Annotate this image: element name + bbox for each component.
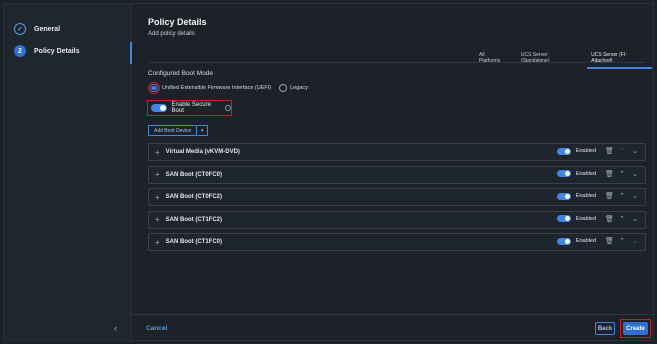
step-number-badge: 2 xyxy=(14,45,26,57)
footer-divider xyxy=(132,314,655,315)
expand-plus-icon[interactable]: + xyxy=(155,170,160,179)
boot-device-name: SAN Boot (CT0FC2) xyxy=(165,194,223,200)
legacy-radio-label[interactable]: Legacy xyxy=(290,85,308,91)
device-enabled-toggle[interactable] xyxy=(556,215,571,222)
device-enabled-toggle[interactable] xyxy=(556,147,571,155)
device-enabled-label: Enabled xyxy=(575,170,596,177)
chevron-down-icon[interactable]: ▾ xyxy=(197,125,209,136)
device-enabled-label: Enabled xyxy=(575,238,596,244)
boot-device-list: + Virtual Media (vKVM-DVD) Enabled 🗑 ⌃ ⌄… xyxy=(148,143,646,256)
add-boot-device-button[interactable]: Add Boot Device xyxy=(148,125,198,136)
move-up-icon[interactable]: ⌃ xyxy=(618,192,626,200)
tabs-divider xyxy=(148,62,645,63)
move-up-icon[interactable]: ⌃ xyxy=(618,215,626,223)
step-policy-details[interactable]: 2 Policy Details xyxy=(14,45,80,57)
main-panel: Policy Details Add policy details All Pl… xyxy=(132,4,655,342)
device-enabled-label: Enabled xyxy=(575,193,596,199)
expand-plus-icon[interactable]: + xyxy=(155,238,160,247)
chevron-left-icon[interactable]: ‹ xyxy=(114,323,117,333)
device-enabled-toggle[interactable] xyxy=(556,170,571,177)
boot-mode-label: Configured Boot Mode xyxy=(148,70,214,77)
trash-icon[interactable]: 🗑 xyxy=(605,192,614,200)
move-down-icon[interactable]: ⌄ xyxy=(631,147,639,155)
step-general[interactable]: ✓ General xyxy=(14,23,60,35)
uefi-radio-label[interactable]: Unified Extensible Firmware Interface (U… xyxy=(162,85,271,91)
page-title: Policy Details xyxy=(148,17,207,27)
uefi-radio[interactable] xyxy=(150,84,158,92)
trash-icon[interactable]: 🗑 xyxy=(605,170,614,178)
page-subtitle: Add policy details xyxy=(148,31,195,37)
secure-boot-toggle[interactable] xyxy=(151,104,167,112)
cancel-button[interactable]: Cancel xyxy=(146,325,167,332)
move-down-icon[interactable]: ⌄ xyxy=(631,215,639,223)
create-button[interactable]: Create xyxy=(623,322,648,335)
legacy-radio[interactable] xyxy=(279,84,288,92)
device-enabled-label: Enabled xyxy=(575,215,596,222)
platform-tabs: All Platforms UCS Server (Standalone) UC… xyxy=(472,49,655,69)
boot-device-name: SAN Boot (CT1FC2) xyxy=(165,216,223,223)
wizard-sidebar: ✓ General 2 Policy Details ‹ xyxy=(4,4,132,342)
move-up-icon[interactable]: ⌃ xyxy=(618,237,626,245)
boot-device-row[interactable]: + SAN Boot (CT1FC2) Enabled 🗑 ⌃ ⌄ xyxy=(148,210,646,229)
boot-device-name: SAN Boot (CT0FC0) xyxy=(165,171,223,178)
device-enabled-toggle[interactable] xyxy=(556,237,571,245)
step-general-label: General xyxy=(34,25,61,33)
boot-mode-radio-group: Unified Extensible Firmware Interface (U… xyxy=(148,82,316,94)
info-icon[interactable] xyxy=(225,105,231,111)
expand-plus-icon[interactable]: + xyxy=(155,215,160,224)
device-enabled-toggle[interactable] xyxy=(556,192,571,200)
expand-plus-icon[interactable]: + xyxy=(155,148,160,157)
trash-icon[interactable]: 🗑 xyxy=(605,215,614,223)
device-enabled-label: Enabled xyxy=(575,148,596,154)
boot-device-row[interactable]: + Virtual Media (vKVM-DVD) Enabled 🗑 ⌃ ⌄ xyxy=(148,143,646,161)
move-down-icon[interactable]: ⌄ xyxy=(631,237,639,245)
move-up-icon[interactable]: ⌃ xyxy=(618,147,626,155)
expand-plus-icon[interactable]: + xyxy=(155,193,160,202)
trash-icon[interactable]: 🗑 xyxy=(605,237,614,245)
create-highlight: Create xyxy=(620,319,651,338)
boot-device-row[interactable]: + SAN Boot (CT1FC0) Enabled 🗑 ⌃ ⌄ xyxy=(148,233,646,251)
check-icon: ✓ xyxy=(14,23,26,35)
highlight-box xyxy=(148,82,160,94)
secure-boot-highlight: Enable Secure Boot xyxy=(147,100,232,116)
move-up-icon[interactable]: ⌃ xyxy=(618,170,626,178)
add-boot-device-split-button: Add Boot Device ▾ xyxy=(148,125,209,136)
back-button[interactable]: Back xyxy=(595,322,615,335)
tab-all-platforms[interactable]: All Platforms xyxy=(472,49,514,69)
boot-device-row[interactable]: + SAN Boot (CT0FC2) Enabled 🗑 ⌃ ⌄ xyxy=(148,188,646,206)
move-down-icon[interactable]: ⌄ xyxy=(631,170,639,178)
secure-boot-label: Enable Secure Boot xyxy=(171,102,211,114)
tab-ucs-fi-attached[interactable]: UCS Server (FI-Attached) xyxy=(584,49,655,69)
step-policy-details-label: Policy Details xyxy=(34,47,80,55)
boot-device-name: Virtual Media (vKVM-DVD) xyxy=(165,149,240,155)
move-down-icon[interactable]: ⌄ xyxy=(631,192,639,200)
trash-icon[interactable]: 🗑 xyxy=(605,147,614,155)
tab-ucs-standalone[interactable]: UCS Server (Standalone) xyxy=(514,49,584,69)
app-window: ✓ General 2 Policy Details ‹ Policy Deta… xyxy=(3,3,655,342)
boot-device-row[interactable]: + SAN Boot (CT0FC0) Enabled 🗑 ⌃ ⌄ xyxy=(148,165,646,184)
boot-device-name: SAN Boot (CT1FC0) xyxy=(165,239,223,245)
